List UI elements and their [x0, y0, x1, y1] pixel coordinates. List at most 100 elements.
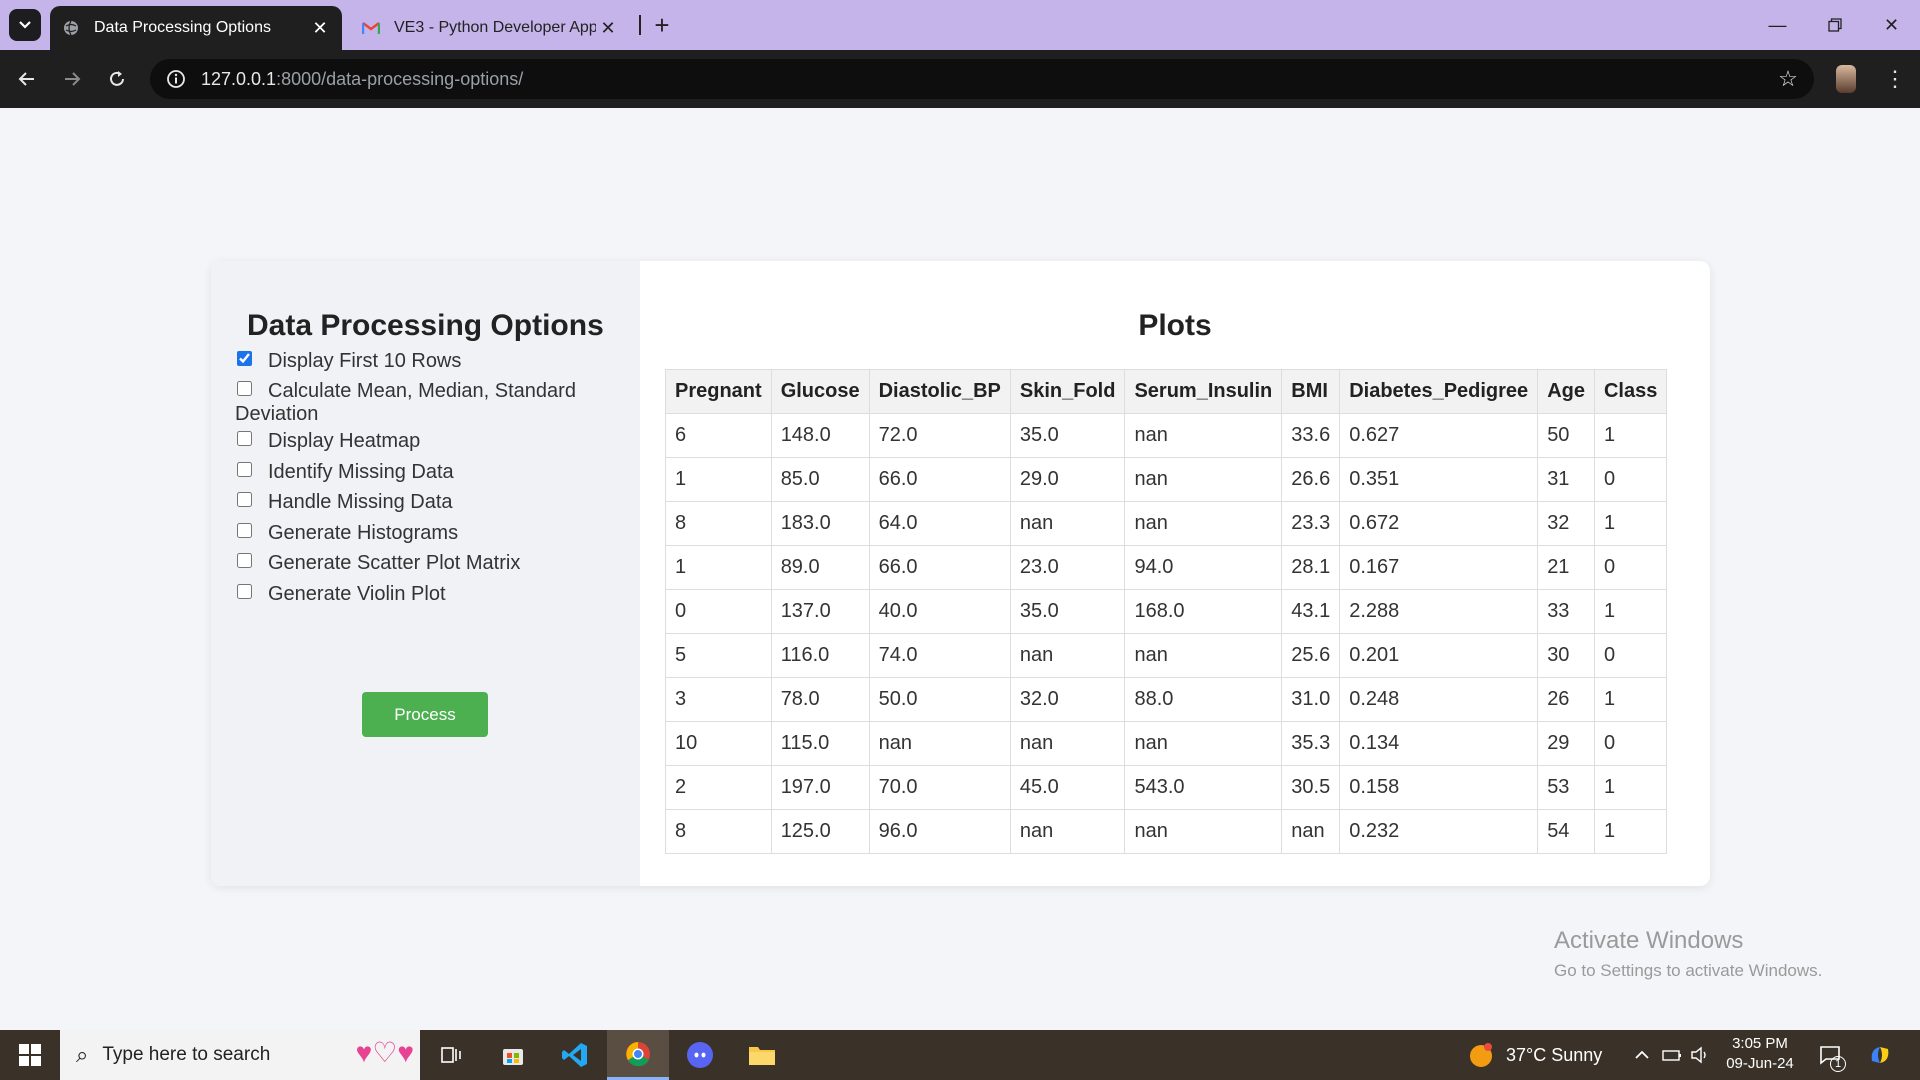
discord-app[interactable] — [669, 1030, 731, 1080]
system-clock[interactable]: 3:05 PM 09-Jun-24 — [1718, 1034, 1802, 1074]
option-row[interactable]: Generate Histograms — [235, 522, 615, 545]
table-cell: 32 — [1537, 501, 1595, 546]
weather-widget[interactable]: 37°C Sunny — [1468, 1030, 1602, 1080]
column-header: Glucose — [770, 369, 870, 414]
microsoft-store-app[interactable] — [482, 1030, 544, 1080]
search-icon: ⌕ — [76, 1042, 89, 1067]
site-info-icon[interactable] — [163, 66, 189, 92]
task-view-button[interactable] — [420, 1030, 482, 1080]
vscode-icon — [562, 1043, 587, 1067]
table-cell: 53 — [1537, 765, 1595, 810]
option-row[interactable]: Display First 10 Rows — [235, 350, 615, 373]
table-cell: 33.6 — [1281, 413, 1341, 458]
option-label: Generate Scatter Plot Matrix — [268, 552, 521, 574]
table-cell: 0.167 — [1339, 545, 1539, 590]
network-status[interactable] — [1662, 1030, 1682, 1080]
option-row[interactable]: Generate Violin Plot — [235, 583, 615, 606]
table-cell: 32.0 — [1009, 677, 1126, 722]
process-button[interactable]: Process — [362, 692, 488, 737]
table-cell: 8 — [665, 501, 772, 546]
options-title: Data Processing Options — [247, 309, 604, 342]
option-row[interactable]: Handle Missing Data — [235, 491, 615, 514]
taskbar-search-box[interactable]: ⌕ Type here to search ♥♡♥ — [60, 1030, 420, 1080]
table-cell: 94.0 — [1124, 545, 1283, 590]
option-checkbox[interactable] — [237, 431, 252, 446]
table-cell: nan — [1124, 501, 1283, 546]
menu-kebab-icon[interactable]: ⋮ — [1880, 63, 1910, 95]
option-checkbox[interactable] — [237, 462, 252, 477]
table-cell: 0 — [665, 589, 772, 634]
table-cell: 148.0 — [770, 413, 870, 458]
bookmark-star-icon[interactable]: ☆ — [1776, 67, 1800, 91]
table-body: 6 148.0 72.0 35.0 nan 33.6 0.627 50 1 1 85.0 66.0 29… — [665, 413, 1668, 854]
column-header: Diastolic_BP — [868, 369, 1011, 414]
close-window-button[interactable]: ✕ — [1863, 0, 1920, 50]
option-label: Identify Missing Data — [268, 461, 454, 483]
forward-button[interactable] — [55, 62, 89, 96]
url-text: 127.0.0.1:8000/data-processing-options/ — [201, 69, 523, 90]
table-cell: nan — [1009, 721, 1126, 766]
notification-center-button[interactable]: 1 — [1818, 1030, 1846, 1080]
option-checkbox[interactable] — [237, 523, 252, 538]
option-checkbox[interactable] — [237, 381, 252, 396]
table-cell: 72.0 — [868, 413, 1011, 458]
option-checkbox[interactable] — [237, 351, 252, 366]
watermark-subtitle: Go to Settings to activate Windows. — [1554, 961, 1823, 980]
column-header: Class — [1593, 369, 1668, 414]
option-label: Display Heatmap — [268, 430, 421, 452]
plots-title: Plots — [1138, 309, 1212, 342]
tab-title: Data Processing Options — [94, 19, 271, 36]
option-row[interactable]: Identify Missing Data — [235, 461, 615, 484]
tab-search-button[interactable] — [9, 9, 41, 41]
table-cell: 89.0 — [770, 545, 870, 590]
close-tab-icon[interactable]: ✕ — [308, 16, 332, 40]
table-cell: nan — [868, 721, 1011, 766]
table-cell: 43.1 — [1281, 589, 1341, 634]
sun-icon — [1470, 1043, 1492, 1067]
column-header: BMI — [1281, 369, 1341, 414]
table-cell: 3 — [665, 677, 772, 722]
table-cell: 74.0 — [868, 633, 1011, 678]
show-hidden-icons-button[interactable] — [1634, 1030, 1650, 1080]
table-row: 1 85.0 66.0 29.0 nan 26.6 0.351 31 0 — [665, 457, 1668, 502]
table-cell: 0.201 — [1339, 633, 1539, 678]
table-cell: 21 — [1537, 545, 1595, 590]
option-row[interactable]: Calculate Mean, Median, Standard Deviati… — [235, 380, 615, 426]
table-cell: 2 — [665, 765, 772, 810]
profile-avatar[interactable] — [1836, 65, 1856, 93]
option-row[interactable]: Generate Scatter Plot Matrix — [235, 552, 615, 575]
watermark-title: Activate Windows — [1554, 927, 1744, 954]
option-checkbox[interactable] — [237, 553, 252, 568]
back-button[interactable] — [10, 62, 44, 96]
table-cell: 35.3 — [1281, 721, 1341, 766]
vscode-app[interactable] — [544, 1030, 606, 1080]
table-cell: 26.6 — [1281, 457, 1341, 502]
table-cell: 23.3 — [1281, 501, 1341, 546]
table-cell: 25.6 — [1281, 633, 1341, 678]
option-row[interactable]: Display Heatmap — [235, 430, 615, 453]
copilot-button[interactable] — [1866, 1030, 1894, 1080]
reload-button[interactable] — [100, 62, 134, 96]
start-button[interactable] — [0, 1030, 60, 1080]
table-cell: 30.5 — [1281, 765, 1341, 810]
restore-button[interactable] — [1806, 0, 1863, 50]
restore-icon — [1827, 18, 1842, 32]
page-body: Data Processing Options Display First 10… — [0, 108, 1920, 1030]
tab-data-processing-options[interactable]: Data Processing Options ✕ — [50, 6, 342, 50]
table-cell: 35.0 — [1009, 589, 1126, 634]
option-checkbox[interactable] — [237, 492, 252, 507]
file-explorer-app[interactable] — [731, 1030, 793, 1080]
table-cell: nan — [1009, 809, 1126, 854]
tab-ve3-gmail[interactable]: VE3 - Python Developer Applica ✕ — [350, 6, 630, 50]
weather-text: 37°C Sunny — [1506, 1044, 1603, 1065]
notification-count-badge: 1 — [1830, 1056, 1846, 1072]
table-cell: 0.351 — [1339, 457, 1539, 502]
volume-control[interactable] — [1690, 1030, 1710, 1080]
chrome-app[interactable] — [607, 1030, 669, 1080]
address-bar[interactable]: 127.0.0.1:8000/data-processing-options/ … — [150, 59, 1814, 99]
option-checkbox[interactable] — [237, 584, 252, 599]
close-tab-icon[interactable]: ✕ — [596, 16, 620, 40]
minimize-button[interactable]: — — [1749, 0, 1806, 50]
new-tab-button[interactable]: + — [647, 10, 677, 40]
table-header-row: Pregnant Glucose Diastolic_BP Skin_Fold Seru… — [665, 369, 1668, 414]
